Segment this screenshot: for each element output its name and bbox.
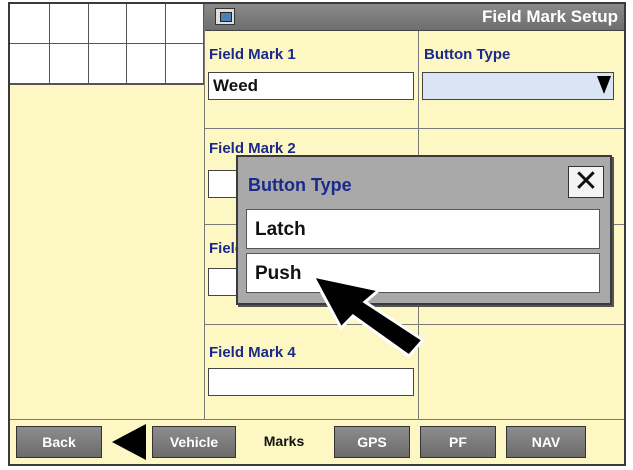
grid-cell[interactable] [166, 44, 204, 84]
grid-cell[interactable] [89, 44, 127, 84]
field-mark-4-input[interactable] [208, 368, 414, 396]
field-mark-1-label: Field Mark 1 [209, 46, 296, 63]
row-divider [205, 128, 624, 129]
left-grid [10, 4, 204, 84]
button-type-dropdown[interactable] [422, 72, 614, 100]
divider [204, 4, 205, 420]
back-arrow-icon[interactable] [112, 424, 146, 460]
back-button[interactable]: Back [16, 426, 102, 458]
screen-frame: Field Mark Setup Field Mark 1 Weed Butto… [8, 2, 626, 466]
grid-cell[interactable] [166, 4, 204, 44]
title-bar: Field Mark Setup [205, 4, 624, 31]
page-title: Field Mark Setup [481, 7, 618, 26]
field-mark-4-label: Field Mark 4 [209, 344, 296, 361]
dropdown-arrow-icon [597, 76, 611, 94]
tab-nav[interactable]: NAV [506, 426, 586, 458]
left-pane [10, 84, 204, 425]
tab-gps[interactable]: GPS [334, 426, 410, 458]
tab-marks[interactable]: Marks [242, 426, 326, 458]
grid-cell[interactable] [89, 4, 127, 44]
tab-pf[interactable]: PF [420, 426, 496, 458]
field-mark-1-input[interactable]: Weed [208, 72, 414, 100]
grid-cell[interactable] [10, 44, 50, 84]
button-type-label: Button Type [424, 46, 511, 63]
grid-cell[interactable] [10, 4, 50, 44]
tab-bar: Back Vehicle Marks GPS PF NAV [10, 419, 624, 464]
grid-cell[interactable] [127, 44, 166, 84]
grid-cell[interactable] [50, 44, 89, 84]
pointer-arrow-icon [310, 273, 426, 358]
popup-title: Button Type [248, 175, 352, 195]
option-latch[interactable]: Latch [246, 209, 600, 249]
grid-cell[interactable] [50, 4, 89, 44]
document-icon[interactable] [215, 8, 235, 25]
close-icon[interactable]: ✕ [568, 166, 604, 198]
grid-cell[interactable] [127, 4, 166, 44]
tab-vehicle[interactable]: Vehicle [152, 426, 236, 458]
